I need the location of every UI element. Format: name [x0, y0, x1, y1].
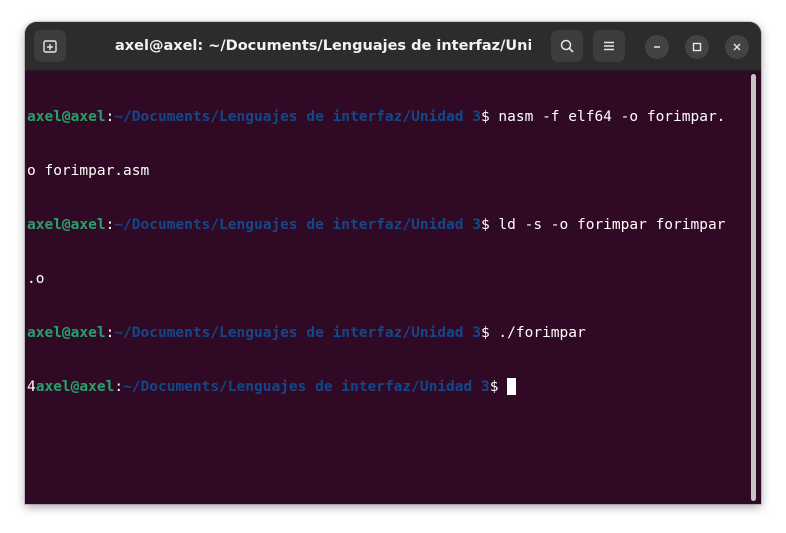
prompt-user-host: axel@axel [27, 109, 106, 125]
prompt-path: ~/Documents/Lenguajes de interfaz/Unidad… [123, 379, 490, 395]
prompt-separator: : [105, 217, 115, 233]
window-title: axel@axel: ~/Documents/Lenguajes de inte… [115, 38, 531, 54]
maximize-button[interactable] [685, 35, 709, 59]
terminal-line: o forimpar.asm [27, 162, 745, 180]
search-button[interactable] [551, 30, 583, 62]
new-tab-icon [43, 40, 57, 53]
new-tab-button[interactable] [34, 30, 66, 62]
output-text: o forimpar.asm [27, 163, 150, 179]
search-icon [560, 39, 574, 53]
menu-button[interactable] [593, 30, 625, 62]
terminal-line: axel@axel:~/Documents/Lenguajes de inter… [27, 108, 745, 126]
maximize-icon [692, 42, 702, 52]
terminal-line: axel@axel:~/Documents/Lenguajes de inter… [27, 216, 745, 234]
minimize-button[interactable] [645, 35, 669, 59]
prompt-path: ~/Documents/Lenguajes de interfaz/Unidad… [114, 325, 481, 341]
prompt-separator: : [105, 325, 115, 341]
command-text: $ [489, 379, 508, 395]
close-button[interactable] [725, 35, 749, 59]
terminal-line: 4axel@axel:~/Documents/Lenguajes de inte… [27, 378, 745, 396]
scrollbar[interactable] [751, 74, 756, 501]
text-cursor [507, 378, 517, 395]
command-text: $ ./forimpar [480, 325, 586, 341]
terminal-window: axel@axel: ~/Documents/Lenguajes de inte… [25, 22, 761, 504]
terminal-line: .o [27, 270, 745, 288]
hamburger-menu-icon [604, 41, 614, 51]
program-output: 4 [27, 379, 36, 395]
close-icon [733, 43, 741, 51]
prompt-separator: : [105, 109, 115, 125]
prompt-user-host: axel@axel [27, 325, 106, 341]
title-bar[interactable]: axel@axel: ~/Documents/Lenguajes de inte… [25, 22, 761, 71]
minimize-icon [654, 46, 660, 48]
terminal-output[interactable]: axel@axel:~/Documents/Lenguajes de inter… [27, 71, 745, 502]
prompt-separator: : [114, 379, 124, 395]
prompt-path: ~/Documents/Lenguajes de interfaz/Unidad… [114, 109, 481, 125]
prompt-path: ~/Documents/Lenguajes de interfaz/Unidad… [114, 217, 481, 233]
prompt-user-host: axel@axel [35, 379, 115, 395]
output-text: .o [27, 271, 45, 287]
prompt-user-host: axel@axel [27, 217, 106, 233]
terminal-line: axel@axel:~/Documents/Lenguajes de inter… [27, 324, 745, 342]
command-text: $ nasm -f elf64 -o forimpar. [480, 109, 726, 125]
command-text: $ ld -s -o forimpar forimpar [480, 217, 726, 233]
